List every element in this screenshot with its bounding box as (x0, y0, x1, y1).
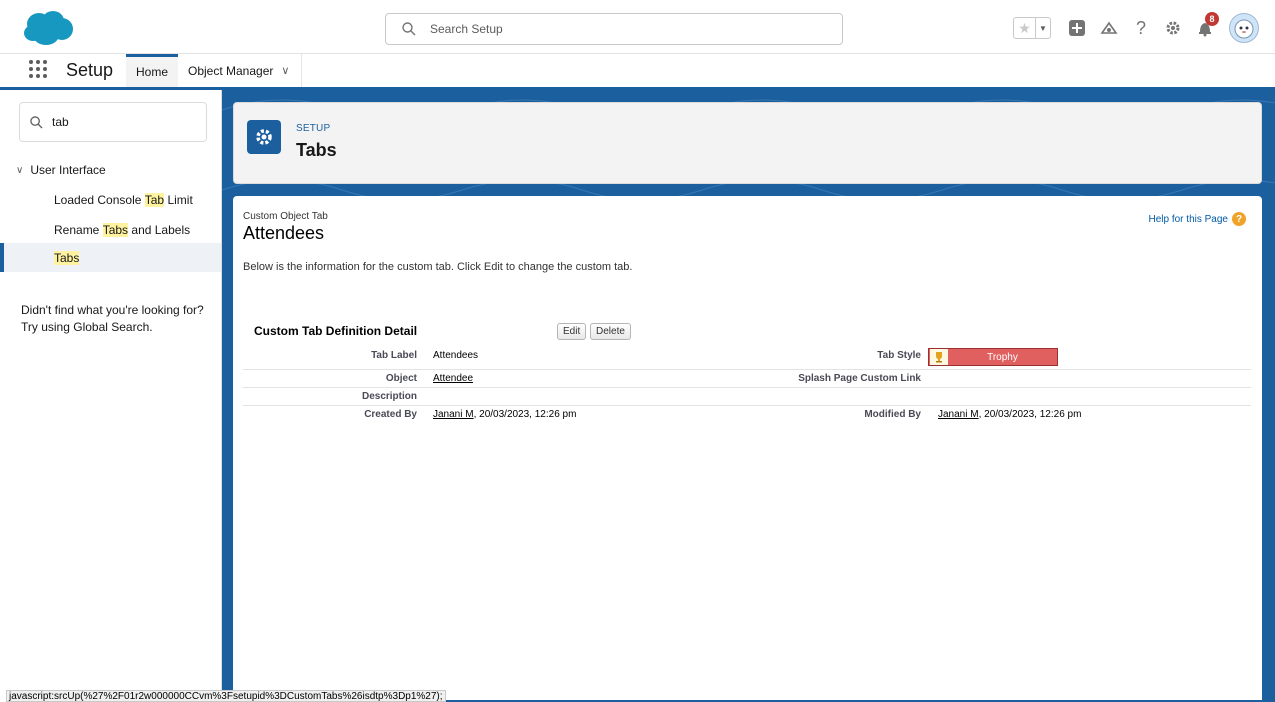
sidebar-item-label: Rename (54, 222, 103, 237)
help-for-this-page-link[interactable]: Help for this Page ? (1148, 212, 1246, 226)
page-title: Tabs (296, 140, 337, 160)
object-label: Object (385, 373, 417, 384)
app-name: Setup (66, 60, 114, 80)
created-by-date: , 20/03/2023, 12:26 pm (473, 409, 577, 420)
object-link[interactable]: Attendee (433, 373, 473, 384)
favorite-star-icon[interactable]: ★ (1014, 18, 1036, 38)
trophy-icon (930, 349, 948, 365)
header-actions: ★ ▼ ? 8 (1013, 11, 1259, 45)
global-actions-plus-icon[interactable] (1066, 17, 1088, 39)
app-launcher-icon[interactable] (28, 59, 48, 79)
search-icon (402, 22, 416, 36)
detail-content: Custom Object Tab Attendees Help for thi… (233, 196, 1262, 700)
tab-object-manager[interactable]: Object Manager ∨ (178, 54, 302, 87)
page-header: SETUP Tabs (233, 102, 1262, 184)
global-header: ★ ▼ ? 8 (0, 0, 1275, 54)
help-question-icon[interactable]: ? (1130, 17, 1152, 39)
tab-style-value: Trophy (987, 351, 1018, 363)
tab-label-label: Tab Label (371, 350, 417, 361)
tab-object-manager-label: Object Manager (188, 63, 274, 78)
salesforce-cloud-logo[interactable] (22, 9, 74, 47)
sidebar-item-rename-tabs-and-labels[interactable]: Rename Tabs and Labels (0, 215, 221, 244)
page-eyebrow: SETUP (296, 123, 331, 134)
detail-section-title: Custom Tab Definition Detail (254, 324, 418, 338)
splash-page-label: Splash Page Custom Link (798, 373, 921, 384)
edit-button[interactable]: Edit (557, 323, 587, 340)
global-search[interactable] (385, 13, 843, 45)
quick-find[interactable] (19, 102, 207, 142)
sidebar-item-label: and Labels (128, 222, 191, 237)
notifications-bell-icon[interactable]: 8 (1194, 12, 1219, 39)
search-highlight: Tabs (54, 250, 80, 265)
modified-by-label: Modified By (864, 409, 921, 420)
sidebar-item-loaded-console-tab-limit[interactable]: Loaded Console Tab Limit (0, 185, 221, 214)
favorites-caret-icon[interactable]: ▼ (1036, 18, 1050, 38)
tree-section-user-interface[interactable]: ∨ User Interface (16, 163, 106, 177)
sidebar-item-label: Limit (164, 192, 193, 207)
trailhead-icon[interactable] (1098, 17, 1120, 39)
search-icon (30, 116, 43, 129)
tab-label-value: Attendees (433, 350, 479, 361)
app-nav-bar: Setup Home Object Manager ∨ (0, 54, 1275, 90)
global-search-hint: Didn't find what you're looking for? Try… (21, 302, 211, 336)
browser-status-bar: javascript:srcUp(%27%2F01r2w000000CCvm%3… (6, 690, 446, 702)
created-by-label: Created By (364, 409, 417, 420)
intro-text: Below is the information for the custom … (243, 261, 633, 273)
tab-home[interactable]: Home (126, 54, 178, 87)
object-type-label: Custom Object Tab (243, 211, 328, 222)
chevron-down-icon: ∨ (16, 164, 24, 176)
delete-button[interactable]: Delete (590, 323, 631, 340)
hint-line: Didn't find what you're looking for? (21, 303, 204, 317)
chevron-down-icon[interactable]: ∨ (281, 64, 289, 77)
user-avatar[interactable] (1229, 13, 1259, 43)
tree-section-label: User Interface (30, 163, 106, 177)
help-question-icon: ? (1232, 212, 1246, 226)
help-link-label: Help for this Page (1148, 213, 1229, 225)
created-by-user-link[interactable]: Janani M (433, 409, 474, 420)
object-name: Attendees (243, 223, 325, 243)
modified-by-user-link[interactable]: Janani M (938, 409, 979, 420)
favorites-group: ★ ▼ (1013, 17, 1051, 39)
sidebar-item-label: Loaded Console (54, 192, 145, 207)
description-label: Description (361, 391, 417, 402)
setup-sidebar: ∨ User Interface Loaded Console Tab Limi… (0, 90, 222, 702)
search-highlight: Tab (144, 192, 165, 207)
search-highlight: Tabs (102, 222, 129, 237)
modified-by-date: , 20/03/2023, 12:26 pm (978, 409, 1082, 420)
setup-gear-icon[interactable] (1162, 17, 1184, 39)
modified-by-value: Janani M, 20/03/2023, 12:26 pm (938, 409, 1081, 420)
tab-style-swatch: Trophy (928, 348, 1058, 366)
sidebar-item-tabs[interactable]: Tabs (0, 243, 221, 272)
setup-gear-icon (247, 120, 281, 154)
notification-count-badge: 8 (1205, 12, 1219, 26)
created-by-value: Janani M, 20/03/2023, 12:26 pm (433, 409, 576, 420)
tab-style-label: Tab Style (877, 350, 921, 361)
global-search-input[interactable] (430, 19, 830, 39)
hint-line: Try using Global Search. (21, 320, 153, 334)
quick-find-input[interactable] (52, 113, 192, 131)
